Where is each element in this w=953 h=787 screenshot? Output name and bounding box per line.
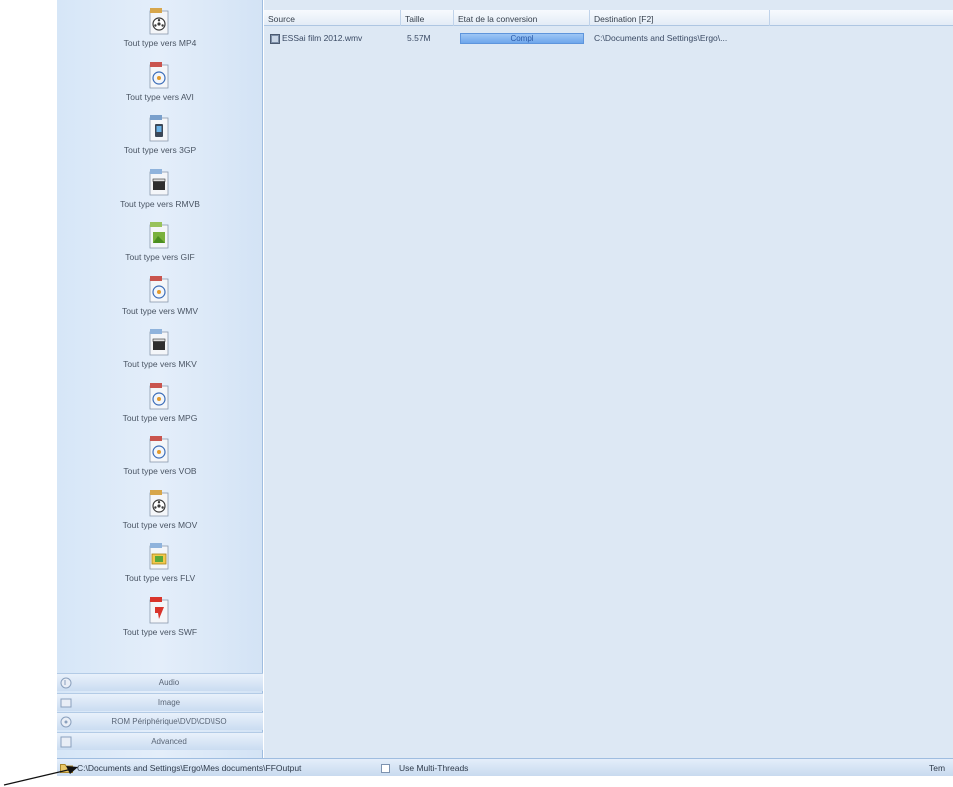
column-destination[interactable]: Destination [F2] [590, 10, 770, 26]
video-conversion-list: Tout type vers MP4 Tout type vers AVI Tout… [57, 0, 263, 648]
list-body: ESSai film 2012.wmv 5.57M Compl C:\Docum… [264, 27, 953, 758]
category-tab-label: Image [157, 697, 181, 707]
flash-file-icon [149, 596, 169, 623]
disc-icon [60, 716, 72, 728]
conversion-item-label: Tout type vers 3GP [123, 145, 197, 155]
conversion-item[interactable]: Tout type vers AVI [57, 59, 263, 111]
video-file-icon [270, 34, 280, 44]
conversion-item-label: Tout type vers MKV [123, 359, 197, 369]
column-empty [770, 10, 953, 26]
disc-file-icon [149, 382, 169, 409]
conversion-item[interactable]: Tout type vers WMV [57, 273, 263, 325]
multithread-checkbox[interactable] [381, 764, 390, 773]
conversion-item-label: Tout type vers RMVB [120, 198, 200, 209]
sidebar: Tout type vers MP4 Tout type vers AVI Tout… [57, 0, 263, 758]
status-right-text: Tem [929, 763, 946, 773]
film-reel-file-icon [149, 489, 169, 516]
category-tab[interactable]: Image [57, 692, 263, 711]
category-tab-label: Audio [158, 678, 180, 687]
conversion-item-label: Tout type vers AVI [126, 91, 194, 102]
progress-text: Compl [510, 34, 534, 43]
conversion-item-label: Tout type vers FLV [124, 573, 196, 583]
conversion-item-label: Tout type vers VOB [123, 466, 197, 476]
conversion-progress-bar: Compl [460, 33, 584, 44]
category-tab[interactable]: Advanced [57, 731, 263, 750]
disc-file-icon [149, 436, 169, 463]
audio-icon [60, 677, 72, 689]
conversion-item[interactable]: Tout type vers RMVB [57, 166, 263, 218]
conversion-item-label: Tout type vers WMV [121, 305, 199, 316]
advanced-icon [60, 736, 72, 747]
conversion-item-label: Tout type vers SWF [122, 626, 198, 637]
flv-file-icon [149, 543, 169, 570]
row-destination: C:\Documents and Settings\Ergo\... [594, 33, 728, 43]
conversion-list-panel: Source Taille Etat de la conversion Dest… [264, 0, 953, 758]
disc-file-icon [149, 275, 169, 302]
disc-file-icon [149, 61, 169, 88]
conversion-item[interactable]: Tout type vers SWF [57, 594, 263, 646]
column-status[interactable]: Etat de la conversion [454, 10, 590, 26]
column-source[interactable]: Source [264, 10, 401, 26]
clapper-file-icon [149, 329, 169, 356]
conversion-item[interactable]: Tout type vers 3GP [57, 112, 263, 164]
conversion-item-label: Tout type vers MP4 [123, 38, 197, 48]
conversion-item[interactable]: Tout type vers MPG [57, 380, 263, 432]
phone-file-icon [149, 115, 169, 142]
format-factory-window: Tout type vers MP4 Tout type vers AVI Tout… [0, 0, 953, 787]
clapper-file-icon [149, 168, 169, 195]
film-reel-file-icon [149, 8, 169, 35]
category-tab-label: Advanced [151, 736, 187, 746]
row-source: ESSai film 2012.wmv [282, 33, 363, 43]
conversion-item[interactable]: Tout type vers MP4 [57, 5, 263, 57]
conversion-item[interactable]: Tout type vers MKV [57, 326, 263, 378]
multithread-label: Use Multi-Threads [399, 763, 469, 773]
image-file-icon [149, 222, 169, 249]
annotation-arrow-icon [3, 766, 78, 786]
table-row[interactable]: ESSai film 2012.wmv 5.57M Compl C:\Docum… [264, 33, 953, 45]
conversion-item-label: Tout type vers MPG [122, 412, 198, 423]
image-icon [60, 698, 72, 707]
category-tab[interactable]: Audio [57, 673, 263, 691]
conversion-item-label: Tout type vers GIF [125, 252, 195, 262]
conversion-item[interactable]: Tout type vers FLV [57, 540, 263, 592]
conversion-item[interactable]: Tout type vers MOV [57, 487, 263, 539]
conversion-item[interactable]: Tout type vers GIF [57, 219, 263, 271]
column-size[interactable]: Taille [401, 10, 454, 26]
list-header: Source Taille Etat de la conversion Dest… [264, 10, 953, 26]
category-tab-label: ROM Périphérique\DVD\CD\ISO [111, 717, 227, 726]
conversion-item-label: Tout type vers MOV [122, 519, 198, 530]
status-bar: C:\Documents and Settings\Ergo\Mes docum… [57, 758, 953, 776]
row-size: 5.57M [407, 33, 431, 43]
conversion-item[interactable]: Tout type vers VOB [57, 433, 263, 485]
output-folder-path[interactable]: C:\Documents and Settings\Ergo\Mes docum… [77, 763, 301, 773]
category-tab[interactable]: ROM Périphérique\DVD\CD\ISO [57, 712, 263, 730]
